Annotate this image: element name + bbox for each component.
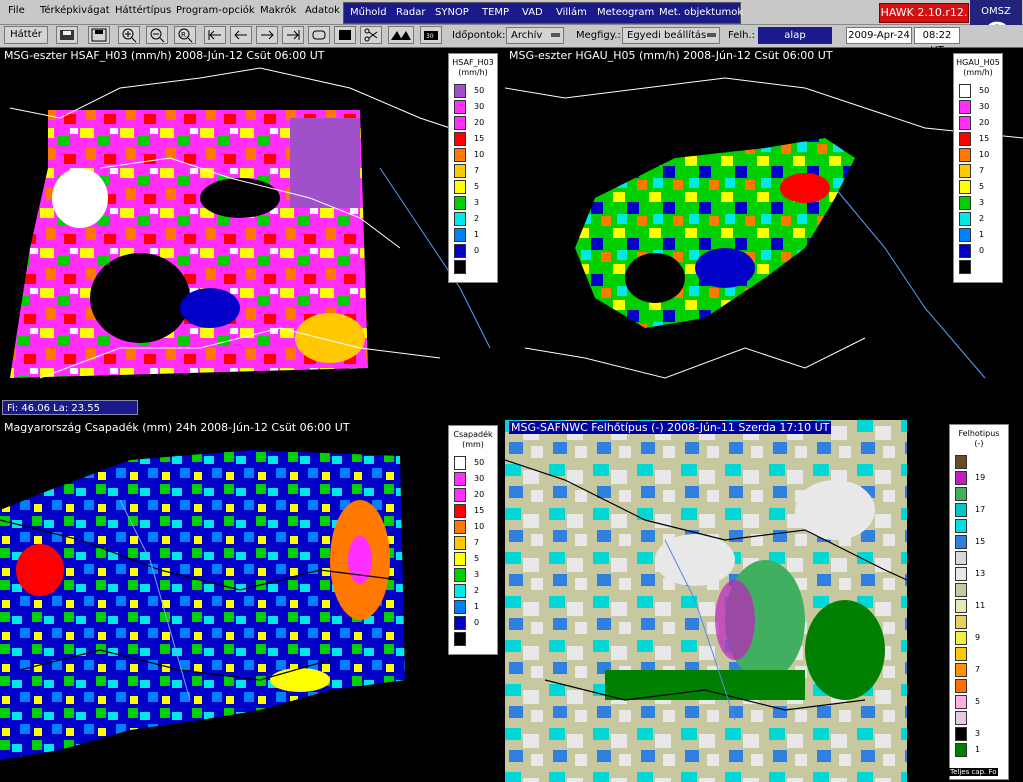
- hatter-button[interactable]: Háttér: [4, 26, 48, 44]
- cloud-type-legend: Felhotipus (-) 19 17 15 13 11 9 7 5 3 1: [949, 424, 1009, 780]
- archiv-dropdown[interactable]: Archív: [506, 27, 564, 44]
- hgau-precip-map: [505, 77, 1023, 379]
- legend-unit: (mm): [462, 440, 484, 449]
- save-icon[interactable]: [56, 26, 78, 44]
- zoom-in-icon[interactable]: [118, 26, 140, 44]
- legend-unit: (mm/h): [963, 68, 993, 77]
- menu-meteogram[interactable]: Meteogram: [597, 7, 654, 18]
- precip-legend-3: Csapadék (mm) 50 30 20 15 10 7 5 3 2 1 0: [448, 425, 498, 655]
- chevron-down-icon: [707, 33, 716, 37]
- archiv-value: Archív: [511, 30, 543, 41]
- legend-unit: (-): [974, 439, 984, 448]
- menu-synop[interactable]: SYNOP: [435, 7, 469, 18]
- map-panel-hsaf[interactable]: MSG-eszter HSAF_H03 (mm/h) 2008-Jún-12 C…: [0, 48, 503, 418]
- precip-legend-2: HGAU_H05 (mm/h) 50 30 20 15 10 7 5 3 2 1…: [953, 53, 1003, 283]
- mountain-icon[interactable]: [388, 26, 414, 44]
- precip-legend-1: HSAF_H03 (mm/h) 50 30 20 15 10 7 5 3 2 1…: [448, 53, 498, 283]
- legend-title: HSAF_H03: [452, 58, 494, 67]
- megfigy-label: Megfigy.:: [576, 30, 621, 41]
- svg-text:30: 30: [426, 33, 434, 40]
- camera-icon[interactable]: 30: [420, 26, 442, 44]
- felh-label: Felh.:: [728, 30, 756, 41]
- panel-title: MSG-eszter HSAF_H03 (mm/h) 2008-Jún-12 C…: [4, 49, 325, 62]
- chevron-down-icon: [551, 33, 560, 37]
- pan-left-icon[interactable]: [230, 26, 252, 44]
- coordinate-readout: Fi: 46.06 La: 23.55: [2, 400, 138, 415]
- menu-radar[interactable]: Radar: [396, 7, 425, 18]
- legend-unit: (mm/h): [458, 68, 488, 77]
- svg-text:R: R: [181, 31, 186, 39]
- menu-vad[interactable]: VAD: [522, 7, 543, 18]
- menubar: File Térképkivágat Háttértípus Program-o…: [0, 0, 1023, 25]
- toolbar: Háttér R 30 Időpontok: Archív Megfigy.: …: [0, 25, 1023, 56]
- fill-icon[interactable]: [334, 26, 356, 44]
- panel-title: MSG-eszter HGAU_H05 (mm/h) 2008-Jún-12 C…: [509, 49, 833, 62]
- idopontok-label: Időpontok:: [452, 30, 506, 41]
- pan-right-end-icon[interactable]: [282, 26, 304, 44]
- logo-text: OMSZ: [981, 6, 1011, 17]
- pan-left-end-icon[interactable]: [204, 26, 226, 44]
- version-badge: HAWK 2.10.r12.: [879, 3, 969, 23]
- pan-right-icon[interactable]: [256, 26, 278, 44]
- menu-temp[interactable]: TEMP: [482, 7, 509, 18]
- egyedi-dropdown[interactable]: Egyedi beállítás: [622, 27, 720, 44]
- map-panel-felhotipus[interactable]: MSG-SAFNWC Felhőtípus (-) 2008-Jún-11 Sz…: [505, 420, 1023, 782]
- hawk-menu-group: Műhold Radar SYNOP TEMP VAD Villám Meteo…: [343, 2, 743, 24]
- csapadek-map: [0, 450, 405, 760]
- menu-hattertipus[interactable]: Háttértípus: [115, 5, 171, 16]
- menu-terkepkivagat[interactable]: Térképkivágat: [40, 5, 110, 16]
- panel-title: Magyarország Csapadék (mm) 24h 2008-Jún-…: [4, 421, 350, 434]
- menu-adatok[interactable]: Adatok: [305, 5, 340, 16]
- zoom-reset-icon[interactable]: R: [174, 26, 196, 44]
- panel-title: MSG-SAFNWC Felhőtípus (-) 2008-Jún-11 Sz…: [509, 421, 832, 434]
- map-panel-csapadek[interactable]: Magyarország Csapadék (mm) 24h 2008-Jún-…: [0, 420, 503, 782]
- legend-title: HGAU_H05: [956, 58, 1000, 67]
- felh-selector[interactable]: alap: [758, 27, 832, 44]
- date-field: 2009-Apr-24: [846, 27, 912, 44]
- status-tail: Teljes cap. Fo: [949, 768, 998, 776]
- loop-icon[interactable]: [308, 26, 330, 44]
- legend-title: Felhotipus: [958, 429, 1000, 438]
- map-panel-hgau[interactable]: MSG-eszter HGAU_H05 (mm/h) 2008-Jún-12 C…: [505, 48, 1023, 418]
- legend-title: Csapadék: [453, 430, 493, 439]
- menu-file[interactable]: File: [8, 5, 25, 16]
- menu-muhold[interactable]: Műhold: [350, 7, 387, 18]
- scissors-icon[interactable]: [360, 26, 382, 44]
- hsaf-precip-map: [9, 67, 491, 379]
- zoom-out-icon[interactable]: [146, 26, 168, 44]
- menu-program-opciok[interactable]: Program-opciók: [176, 5, 255, 16]
- menu-makrok[interactable]: Makrók: [260, 5, 296, 16]
- menu-met-objektumok[interactable]: Met. objektumok: [659, 7, 743, 18]
- time-field: 08:22 UT: [914, 27, 960, 56]
- felhotipus-map: [505, 420, 913, 782]
- disk-icon[interactable]: [88, 26, 110, 44]
- menu-villam[interactable]: Villám: [556, 7, 587, 18]
- egyedi-value: Egyedi beállítás: [627, 30, 707, 41]
